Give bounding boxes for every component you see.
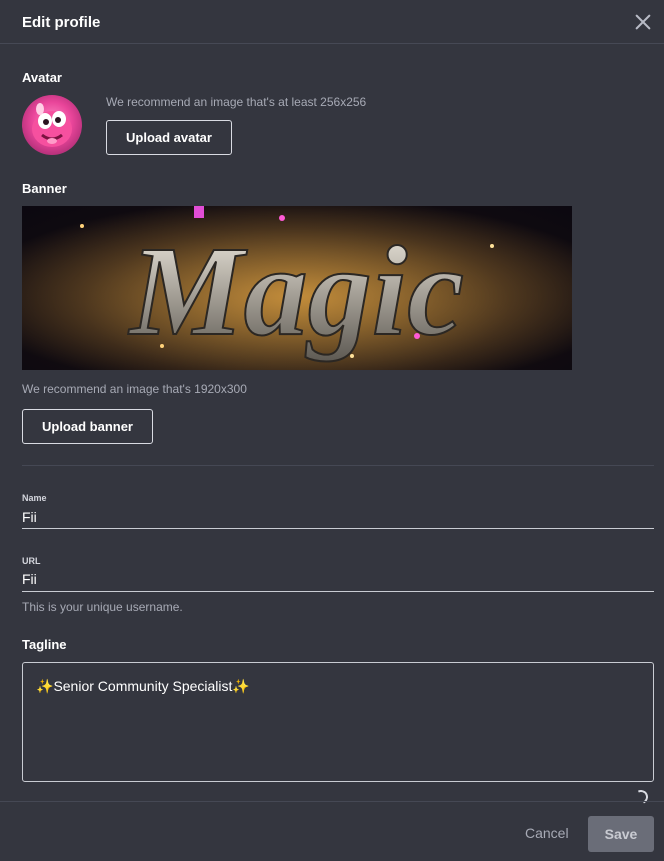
- edit-profile-dialog: Edit profile Avatar We recommend an imag…: [0, 0, 664, 861]
- avatar: [22, 95, 82, 155]
- avatar-image: [32, 103, 72, 147]
- tagline-label: Tagline: [22, 637, 67, 652]
- tagline-value: Senior Community Specialist: [53, 678, 233, 694]
- banner-label: Banner: [22, 181, 67, 196]
- dialog-footer: Cancel Save: [0, 801, 664, 861]
- sparkles-icon-right: ✨: [232, 678, 250, 694]
- banner-image: Magic: [22, 206, 572, 370]
- upload-banner-button[interactable]: Upload banner: [22, 409, 153, 444]
- dialog-header: Edit profile: [0, 0, 664, 44]
- name-underline: [22, 528, 654, 529]
- url-underline: [22, 591, 654, 592]
- url-input[interactable]: Fii: [22, 571, 37, 587]
- sparkles-icon: ✨: [36, 678, 54, 694]
- banner-art: Magic: [22, 206, 572, 370]
- avatar-hint: We recommend an image that's at least 25…: [106, 95, 367, 109]
- name-input[interactable]: Fii: [22, 509, 37, 525]
- save-button[interactable]: Save: [588, 816, 654, 852]
- section-divider: [22, 465, 654, 466]
- url-helper-text: This is your unique username.: [22, 600, 183, 614]
- close-icon[interactable]: [633, 12, 653, 32]
- url-label: URL: [22, 556, 41, 566]
- tagline-text: ✨Senior Community Specialist✨: [36, 678, 250, 695]
- cancel-button[interactable]: Cancel: [525, 825, 569, 841]
- tagline-textarea[interactable]: ✨Senior Community Specialist✨: [22, 662, 654, 782]
- banner-title: Magic: [128, 220, 464, 362]
- name-label: Name: [22, 493, 47, 503]
- upload-avatar-button[interactable]: Upload avatar: [106, 120, 232, 155]
- banner-hint: We recommend an image that's 1920x300: [22, 382, 247, 396]
- dialog-title: Edit profile: [22, 14, 101, 31]
- avatar-label: Avatar: [22, 70, 62, 85]
